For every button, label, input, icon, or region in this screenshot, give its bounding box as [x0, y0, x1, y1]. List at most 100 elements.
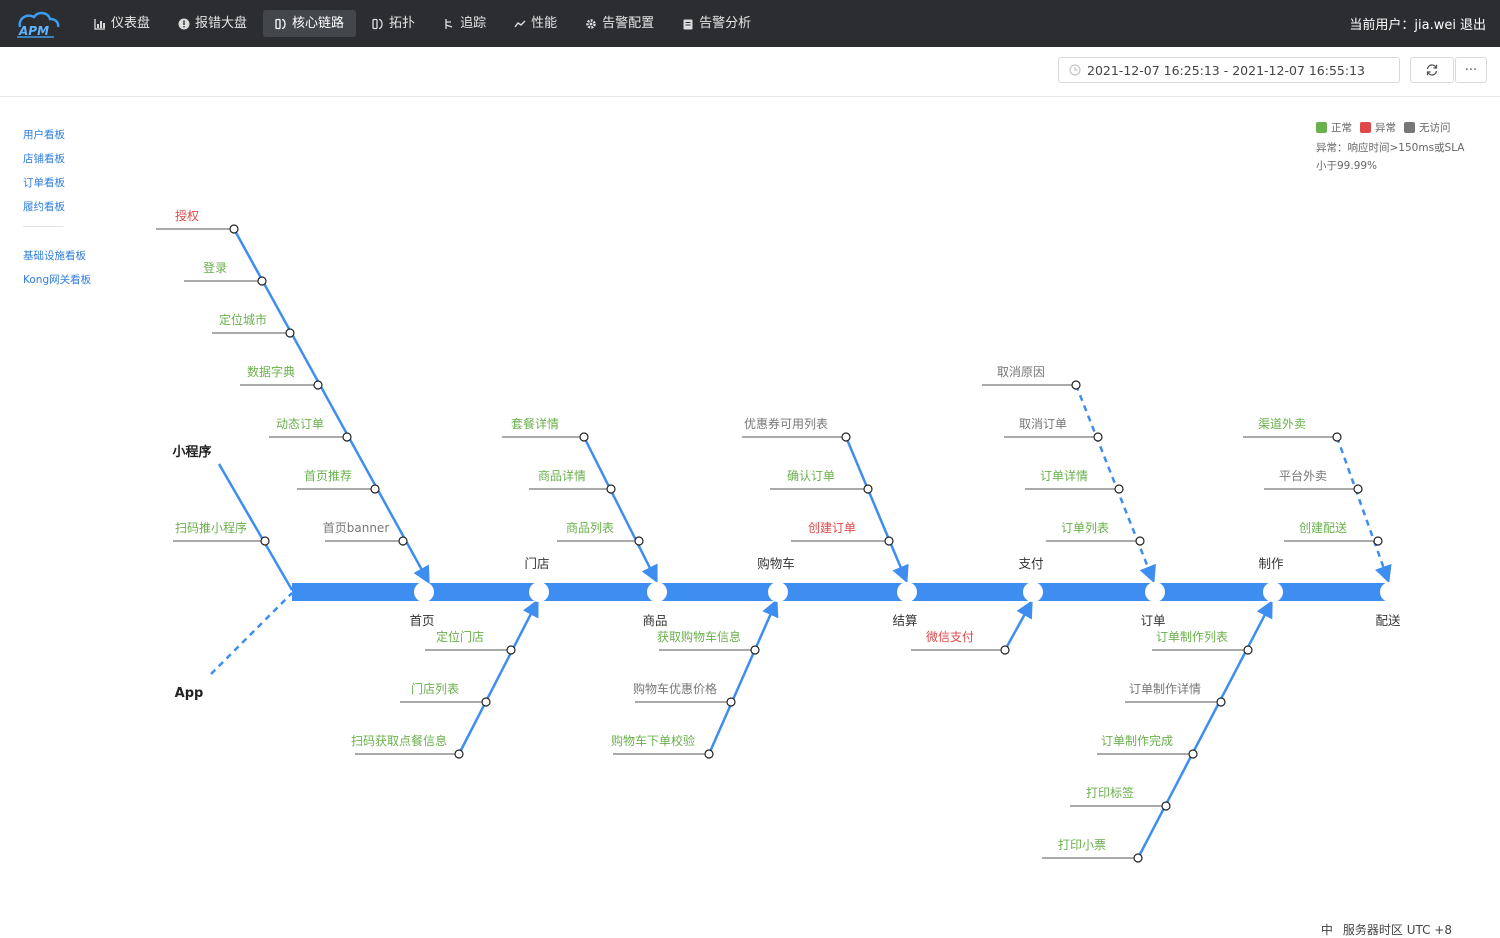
nav-alert-config[interactable]: 告警配置: [573, 10, 666, 37]
nav-topology-label: 拓扑: [389, 16, 416, 31]
production-item-4-label[interactable]: 打印小票: [1058, 838, 1106, 852]
checkout-item-0-joint: [841, 432, 851, 442]
spine-node: [1023, 582, 1043, 602]
cart-item-1-label[interactable]: 购物车优惠价格: [633, 681, 717, 696]
nav-trace[interactable]: 追踪: [431, 10, 498, 37]
delivery-item-2-joint: [1373, 536, 1383, 546]
checkout-item-1-joint: [863, 484, 873, 494]
source-app: App: [175, 686, 204, 701]
time-range-picker[interactable]: 2021-12-07 16:25:13 - 2021-12-07 16:55:1…: [1058, 57, 1400, 83]
nav-core-link[interactable]: 核心链路: [263, 10, 357, 37]
checkout-item-1-label[interactable]: 确认订单: [787, 469, 835, 483]
spine-node-label[interactable]: 购物车: [757, 556, 795, 571]
branch-goods: [582, 436, 658, 584]
spine-node-label[interactable]: 制作: [1258, 556, 1284, 571]
order-item-2-label[interactable]: 订单详情: [1040, 468, 1088, 483]
nav-alert-analysis[interactable]: 告警分析: [670, 10, 763, 37]
home-item-0-label[interactable]: 授权: [175, 208, 199, 223]
refresh-icon: [1426, 64, 1438, 76]
clock-icon: [1069, 64, 1081, 76]
delivery-item-2-label[interactable]: 创建配送: [1299, 520, 1347, 535]
topology-icon: [372, 18, 383, 29]
spine-node: [897, 582, 917, 602]
home-item-5-joint: [370, 484, 380, 494]
branch-delivery: [1335, 436, 1392, 584]
home-item-1-joint: [257, 276, 267, 286]
home-item-4-joint: [342, 432, 352, 442]
delivery-item-0-label[interactable]: 渠道外卖: [1258, 417, 1306, 431]
nav-dashboard[interactable]: 仪表盘: [82, 10, 162, 37]
main-spine: [292, 583, 1390, 601]
production-item-3-label[interactable]: 打印标签: [1086, 785, 1134, 800]
nav-error-board-label: 报错大盘: [195, 16, 248, 31]
order-item-1-label[interactable]: 取消订单: [1019, 417, 1067, 431]
language-switch[interactable]: 中: [1321, 923, 1333, 937]
goods-item-2-label[interactable]: 商品列表: [566, 520, 614, 535]
spine-node-label[interactable]: 订单: [1140, 613, 1165, 628]
store-item-0-label[interactable]: 定位门店: [436, 629, 484, 644]
spine-node-label[interactable]: 首页: [409, 613, 434, 628]
server-timezone: 服务器时区 UTC +8: [1342, 923, 1452, 937]
logout-button[interactable]: 退出: [1460, 18, 1486, 33]
spine-node-label[interactable]: 结算: [892, 613, 917, 628]
spine-node-label[interactable]: 支付: [1018, 556, 1043, 571]
home-item-4-label[interactable]: 动态订单: [276, 417, 324, 431]
spine-node-label[interactable]: 门店: [524, 556, 549, 571]
nav-error-board[interactable]: 报错大盘: [166, 10, 259, 37]
spine-node-label[interactable]: 商品: [642, 613, 667, 628]
checkout-item-2-label[interactable]: 创建订单: [808, 521, 856, 535]
logo-text: APM: [18, 24, 49, 38]
trace-icon: [445, 18, 453, 29]
goods-item-2-joint: [634, 536, 644, 546]
nav-trace-label: 追踪: [460, 16, 487, 31]
production-item-1-label[interactable]: 订单制作详情: [1129, 681, 1201, 696]
branch-checkout: [844, 436, 909, 584]
production-item-0-label[interactable]: 订单制作列表: [1156, 630, 1228, 644]
cart-item-2-joint: [704, 749, 714, 759]
cart-item-1-joint: [726, 697, 736, 707]
home-item-5-label[interactable]: 首页推荐: [304, 469, 352, 483]
home-item-2-label[interactable]: 定位城市: [219, 312, 267, 327]
delivery-item-1-label[interactable]: 平台外卖: [1279, 468, 1327, 483]
store-item-1-label[interactable]: 门店列表: [411, 681, 459, 696]
spine-node-label[interactable]: 配送: [1375, 613, 1401, 628]
refresh-button[interactable]: [1410, 57, 1454, 83]
home-item-6-joint: [398, 536, 408, 546]
order-item-1-joint: [1093, 432, 1103, 442]
production-item-1-joint: [1216, 697, 1226, 707]
more-icon: ···: [1464, 62, 1478, 78]
production-item-2-label[interactable]: 订单制作完成: [1101, 733, 1173, 748]
nav-topology[interactable]: 拓扑: [360, 10, 427, 37]
spine-node: [1380, 582, 1400, 602]
core-link-fishbone-diagram: 首页 门店商品 购物车结算 支付订单 制作配送 授权登录定位城市数据字典动态订单首页推荐首…: [156, 208, 1401, 863]
order-item-3-label[interactable]: 订单列表: [1061, 521, 1109, 535]
home-item-3-label[interactable]: 数据字典: [247, 364, 295, 379]
goods-item-0-label[interactable]: 套餐详情: [511, 416, 559, 431]
cart-item-0-label[interactable]: 获取购物车信息: [657, 629, 741, 644]
home-item-6-label[interactable]: 首页banner: [323, 521, 390, 535]
gear-icon: [586, 18, 596, 29]
payment-item-0-label[interactable]: 微信支付: [926, 630, 974, 644]
goods-item-1-label[interactable]: 商品详情: [538, 468, 586, 483]
nav-performance-label: 性能: [531, 16, 558, 31]
cart-item-0-joint: [750, 645, 760, 655]
spine-node: [1263, 582, 1283, 602]
current-user-label: 当前用户：: [1349, 18, 1415, 33]
goods-item-1-joint: [606, 484, 616, 494]
more-button[interactable]: ···: [1455, 57, 1487, 83]
app-line: [210, 592, 293, 675]
spine-node: [529, 582, 549, 602]
production-item-3-joint: [1161, 801, 1171, 811]
order-item-3-joint: [1135, 536, 1145, 546]
mini-program-item-0-label[interactable]: 扫码推小程序: [175, 520, 247, 535]
cart-item-2-label[interactable]: 购物车下单校验: [611, 733, 695, 748]
home-item-3-joint: [313, 380, 323, 390]
store-item-2-label[interactable]: 扫码获取点餐信息: [351, 733, 447, 748]
home-item-1-label[interactable]: 登录: [203, 260, 227, 275]
nav-performance[interactable]: 性能: [502, 10, 569, 37]
checkout-item-0-label[interactable]: 优惠券可用列表: [744, 416, 828, 431]
order-item-0-label[interactable]: 取消原因: [997, 365, 1045, 379]
home-item-0-joint: [229, 224, 239, 234]
apm-logo[interactable]: APM: [14, 9, 62, 39]
nav-alert-config-label: 告警配置: [602, 16, 655, 31]
